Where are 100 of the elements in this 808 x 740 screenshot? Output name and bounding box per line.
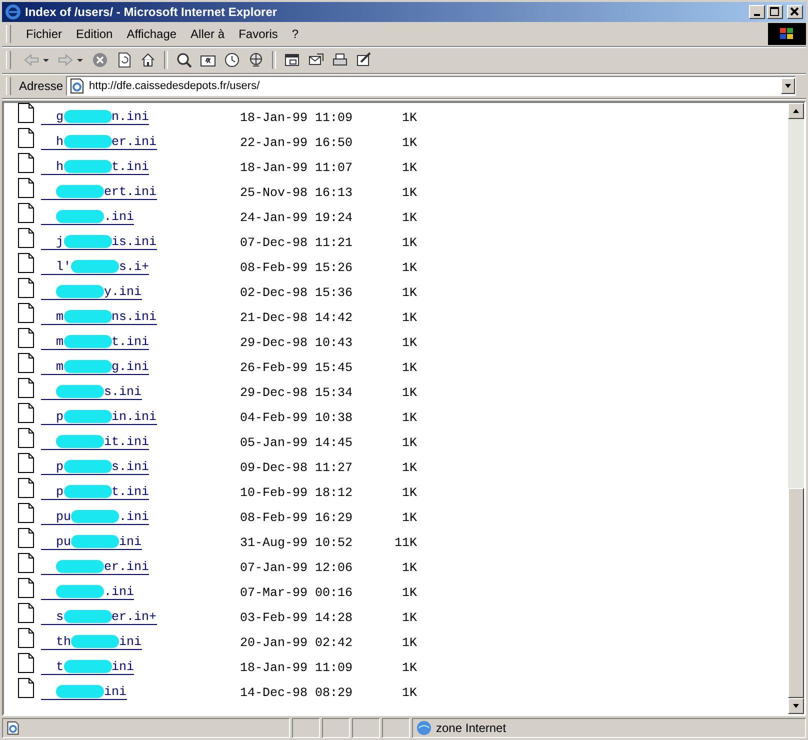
modified-date: 31-Aug-99 10:52 <box>240 536 354 550</box>
file-link[interactable]: m ns.ini <box>41 310 157 325</box>
file-size: 1K <box>400 436 417 450</box>
minimize-icon <box>754 14 760 16</box>
menu-item[interactable]: Affichage <box>120 27 184 41</box>
up-arrow-icon <box>792 107 800 115</box>
file-link[interactable]: g n.ini <box>41 110 150 125</box>
file-link[interactable]: th ini <box>41 635 142 650</box>
modified-date: 08-Feb-99 15:26 <box>240 260 354 274</box>
modified-date: 03-Feb-99 14:28 <box>240 610 354 624</box>
maximize-button[interactable] <box>767 5 783 19</box>
modified-date: 20-Jan-99 02:42 <box>240 636 354 650</box>
status-pane <box>322 718 350 738</box>
search-icon <box>176 52 192 68</box>
file-icon <box>18 628 34 648</box>
file-link[interactable]: s er.in+ <box>41 610 157 625</box>
file-icon <box>18 478 34 498</box>
modified-date: 09-Dec-98 11:27 <box>240 460 354 474</box>
modified-date: 07-Dec-98 11:21 <box>240 236 354 250</box>
modified-date: 14-Dec-98 08:29 <box>240 686 354 700</box>
file-link[interactable]: p in.ini <box>41 410 157 425</box>
file-icon <box>18 603 34 623</box>
modified-date: 02-Dec-98 15:36 <box>240 286 354 300</box>
menu-item[interactable]: ? <box>284 27 306 41</box>
scroll-down-button[interactable] <box>788 698 804 714</box>
file-link[interactable]: er.ini <box>41 560 150 575</box>
file-size: 1K <box>400 410 417 424</box>
file-link[interactable]: .ini <box>41 585 134 600</box>
close-button[interactable] <box>787 5 803 19</box>
file-link[interactable]: t ini <box>41 660 134 675</box>
file-icon <box>18 578 34 598</box>
modified-date: 18-Jan-99 11:07 <box>240 160 354 174</box>
file-link[interactable]: l' s.i+ <box>41 260 150 275</box>
file-icon <box>18 328 34 348</box>
file-size: 1K <box>400 286 417 300</box>
pencil-page-icon <box>356 52 372 68</box>
zone-label: zone Internet <box>436 721 506 735</box>
modified-date: 18-Jan-99 11:09 <box>240 110 354 124</box>
file-link[interactable]: m t.ini <box>41 335 150 350</box>
down-arrow-icon <box>792 702 800 710</box>
modified-date: 29-Dec-98 15:34 <box>240 386 354 400</box>
file-link[interactable]: y.ini <box>41 285 142 300</box>
file-size: 1K <box>400 310 417 324</box>
menu-item[interactable]: Fichier <box>19 27 70 41</box>
modified-date: 04-Feb-99 10:38 <box>240 410 354 424</box>
file-link[interactable]: pu ini <box>41 535 142 550</box>
scroll-thumb[interactable] <box>788 488 804 698</box>
close-icon <box>790 7 800 17</box>
file-link[interactable]: h t.ini <box>41 160 150 175</box>
file-link[interactable]: .ini <box>41 210 134 225</box>
modified-date: 26-Feb-99 15:45 <box>240 360 354 374</box>
file-size: 1K <box>400 110 417 124</box>
file-link[interactable]: p t.ini <box>41 485 150 500</box>
status-pane <box>382 718 410 738</box>
modified-date: 22-Jan-99 16:50 <box>240 136 354 150</box>
file-link[interactable]: p s.ini <box>41 460 150 475</box>
file-link[interactable]: ert.ini <box>41 185 157 200</box>
minimize-button[interactable] <box>749 5 765 19</box>
address-field[interactable]: http://dfe.caissedesdepots.fr/users/ <box>66 76 796 96</box>
modified-date: 07-Jan-99 12:06 <box>240 560 354 574</box>
modified-date: 18-Jan-99 11:09 <box>240 660 354 674</box>
scrollbar[interactable] <box>788 103 804 714</box>
file-link[interactable]: h er.ini <box>41 135 157 150</box>
modified-date: 10-Feb-99 18:12 <box>240 486 354 500</box>
file-link[interactable]: j is.ini <box>41 235 157 250</box>
file-icon <box>18 403 34 423</box>
modified-date: 24-Jan-99 19:24 <box>240 210 354 224</box>
file-link[interactable]: m g.ini <box>41 360 150 375</box>
menu-item[interactable]: Favoris <box>232 27 285 41</box>
file-icon <box>18 428 34 448</box>
file-link[interactable]: s.ini <box>41 385 142 400</box>
scroll-up-button[interactable] <box>788 103 804 119</box>
dropdown-button[interactable] <box>781 78 795 94</box>
file-icon <box>18 203 34 223</box>
file-size: 1K <box>400 336 417 350</box>
file-link[interactable]: it.ini <box>41 435 150 450</box>
menu-item[interactable]: Aller à <box>184 27 232 41</box>
file-icon <box>18 303 34 323</box>
file-link[interactable]: ini <box>41 685 127 700</box>
status-pane <box>292 718 320 738</box>
window-title: Index of /users/ - Microsoft Internet Explorer <box>25 5 278 19</box>
status-pane <box>352 718 380 738</box>
file-size: 1K <box>400 460 417 474</box>
file-link[interactable]: pu .ini <box>41 510 150 525</box>
file-icon <box>18 553 34 573</box>
back-arrow-icon <box>23 52 51 68</box>
modified-date: 29-Dec-98 10:43 <box>240 336 354 350</box>
page-icon <box>6 721 20 735</box>
address-label: Adresse <box>19 79 64 93</box>
file-size: 11K <box>393 536 417 550</box>
file-icon <box>18 128 34 148</box>
file-size: 1K <box>400 660 417 674</box>
file-size: 1K <box>400 160 417 174</box>
browser-logo-icon <box>5 4 21 20</box>
file-icon <box>18 253 34 273</box>
file-icon <box>18 378 34 398</box>
address-text: http://dfe.caissedesdepots.fr/users/ <box>89 80 261 92</box>
window-icon <box>284 52 300 68</box>
menu-item[interactable]: Edition <box>69 27 120 41</box>
file-size: 1K <box>400 486 417 500</box>
